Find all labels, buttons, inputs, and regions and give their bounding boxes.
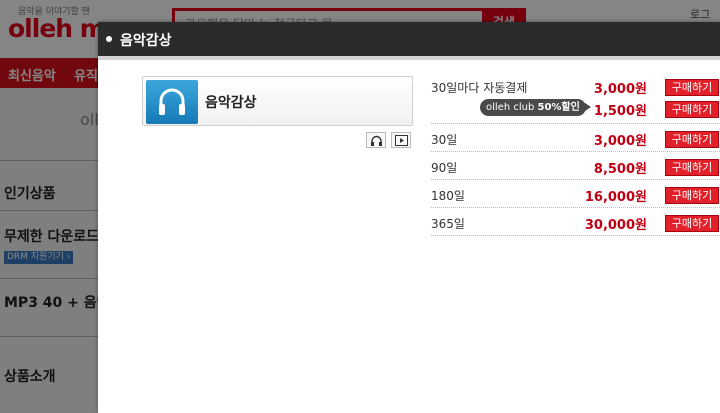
price-row: 365일 30,000원 구매하기 xyxy=(431,208,720,236)
price-value: 8,500원 xyxy=(593,162,647,177)
price-value: 3,000원 xyxy=(593,82,647,97)
period-label: 365일 xyxy=(431,217,465,231)
period-label: 180일 xyxy=(431,189,465,203)
buy-button[interactable]: 구매하기 xyxy=(665,101,719,118)
club-tag-prefix: olleh club xyxy=(486,102,538,113)
buy-button[interactable]: 구매하기 xyxy=(665,187,719,204)
video-icon xyxy=(395,135,408,146)
product-card: 음악감상 xyxy=(142,76,413,126)
price-row: 30일 3,000원 구매하기 xyxy=(431,124,720,152)
listen-button[interactable] xyxy=(366,132,386,148)
club-discount-tag: olleh club 50%할인 xyxy=(480,99,591,116)
headphones-icon xyxy=(146,80,198,124)
price-value: 30,000원 xyxy=(584,218,647,233)
buy-button[interactable]: 구매하기 xyxy=(665,215,719,232)
purchase-modal: 음악감상 음악감상 30일마다 자동결제 3,000원 구매하기 olleh c… xyxy=(98,22,720,413)
period-label: 90일 xyxy=(431,161,458,175)
header-divider xyxy=(98,56,720,60)
buy-button[interactable]: 구매하기 xyxy=(665,131,719,148)
price-value: 16,000원 xyxy=(584,190,647,205)
period-label: 30일마다 자동결제 xyxy=(431,81,528,95)
modal-header: 음악감상 xyxy=(98,22,720,56)
club-tag-discount: 50%할인 xyxy=(537,102,580,113)
buy-button[interactable]: 구매하기 xyxy=(665,159,719,176)
period-label: 30일 xyxy=(431,133,458,147)
price-value: 3,000원 xyxy=(593,134,647,149)
buy-button[interactable]: 구매하기 xyxy=(665,79,719,96)
price-row: 90일 8,500원 구매하기 xyxy=(431,152,720,180)
headphones-icon xyxy=(371,135,382,146)
bullet-icon xyxy=(106,36,112,42)
modal-title: 음악감상 xyxy=(120,33,172,49)
price-value: 1,500원 xyxy=(593,104,647,119)
price-row: olleh club 50%할인 1,500원 구매하기 xyxy=(431,98,720,124)
video-button[interactable] xyxy=(391,132,411,148)
price-row: 180일 16,000원 구매하기 xyxy=(431,180,720,208)
price-row: 30일마다 자동결제 3,000원 구매하기 xyxy=(431,76,720,100)
product-name: 음악감상 xyxy=(205,95,257,111)
